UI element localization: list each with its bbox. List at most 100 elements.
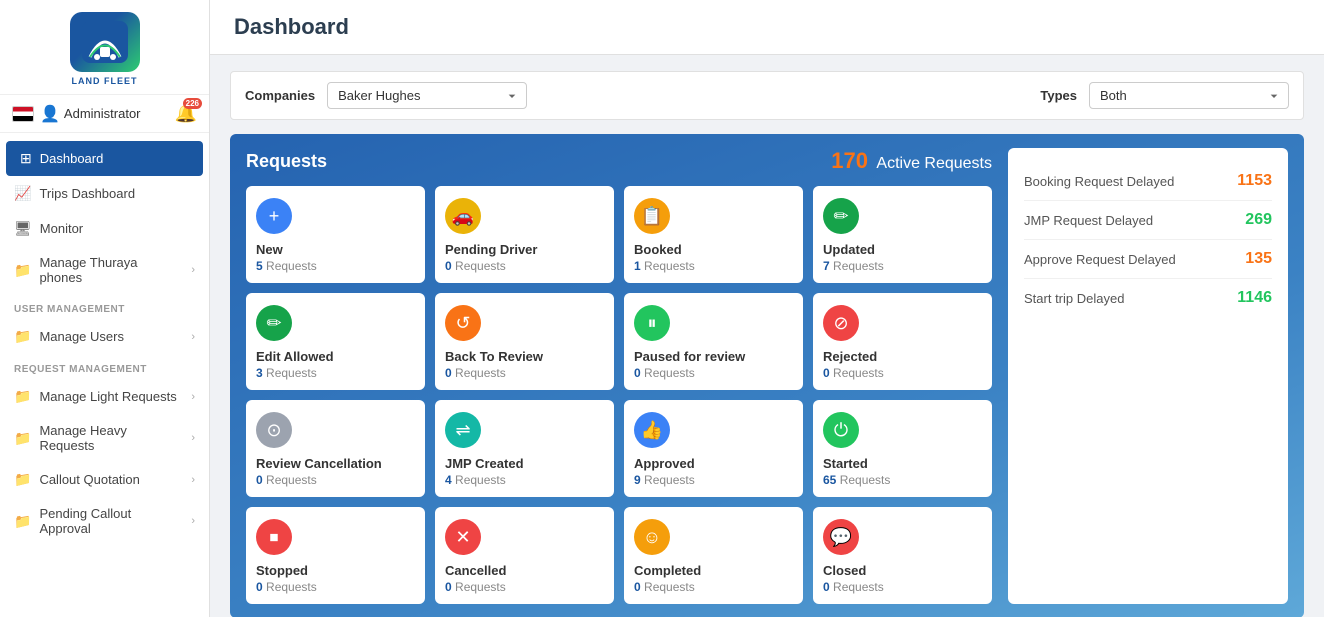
folder-icon: 📁 — [14, 513, 31, 530]
folder-icon: 📁 — [14, 328, 31, 345]
folder-icon: 📁 — [14, 471, 31, 488]
sidebar-item-manage-users[interactable]: 📁 Manage Users › — [0, 319, 209, 354]
jmp-delayed-label: JMP Request Delayed — [1024, 213, 1153, 228]
booked-title: Booked — [634, 242, 793, 257]
companies-select[interactable]: Baker Hughes — [327, 82, 527, 109]
booked-icon: 📋 — [634, 198, 670, 234]
request-card-started[interactable]: ⏻ Started 65 Requests — [813, 400, 992, 497]
sidebar-item-trips-dashboard[interactable]: 📈 Trips Dashboard — [0, 176, 209, 211]
review-cancellation-title: Review Cancellation — [256, 456, 415, 471]
bell-wrapper[interactable]: 🔔 226 — [175, 103, 197, 124]
page-title: Dashboard — [234, 14, 1300, 40]
sidebar-item-pending-callout[interactable]: 📁 Pending Callout Approval › — [0, 497, 209, 545]
sidebar-item-label: Manage Light Requests — [39, 389, 176, 404]
new-title: New — [256, 242, 415, 257]
request-card-edit-allowed[interactable]: ✏ Edit Allowed 3 Requests — [246, 293, 425, 390]
request-card-row4-2[interactable]: ✕ Cancelled 0 Requests — [435, 507, 614, 604]
row4-4-count: 0 Requests — [823, 580, 982, 594]
back-to-review-count: 0 Requests — [445, 366, 604, 380]
main-body: Companies Baker Hughes Types Both Reques… — [210, 55, 1324, 617]
row4-3-title: Completed — [634, 563, 793, 578]
sidebar-item-monitor[interactable]: 🖥 Monitor — [0, 211, 209, 246]
request-card-row4-4[interactable]: 💬 Closed 0 Requests — [813, 507, 992, 604]
request-card-updated[interactable]: ✏ Updated 7 Requests — [813, 186, 992, 283]
sidebar-item-manage-heavy[interactable]: 📁 Manage Heavy Requests › — [0, 414, 209, 462]
request-card-row4-1[interactable]: ⏹ Stopped 0 Requests — [246, 507, 425, 604]
sidebar-item-callout-quotation[interactable]: 📁 Callout Quotation › — [0, 462, 209, 497]
sidebar-item-label: Callout Quotation — [39, 472, 139, 487]
sidebar: LAND FLEET 👤 Administrator 🔔 226 ⊞ Dashb… — [0, 0, 210, 617]
active-requests-badge: 170 Active Requests — [831, 148, 992, 174]
requests-grid-container: Requests 170 Active Requests + New 5 Req… — [246, 148, 992, 604]
request-card-back-to-review[interactable]: ↺ Back To Review 0 Requests — [435, 293, 614, 390]
sidebar-item-label: Manage Thuraya phones — [39, 255, 183, 285]
request-card-row4-3[interactable]: ☺ Completed 0 Requests — [624, 507, 803, 604]
row4-1-count: 0 Requests — [256, 580, 415, 594]
request-card-approved[interactable]: 👍 Approved 9 Requests — [624, 400, 803, 497]
active-count: 170 — [831, 148, 868, 173]
approved-title: Approved — [634, 456, 793, 471]
back-to-review-title: Back To Review — [445, 349, 604, 364]
request-card-review-cancellation[interactable]: ⊙ Review Cancellation 0 Requests — [246, 400, 425, 497]
booking-delayed-label: Booking Request Delayed — [1024, 174, 1174, 189]
page-header: Dashboard — [210, 0, 1324, 55]
row4-1-icon: ⏹ — [256, 519, 292, 555]
approved-icon: 👍 — [634, 412, 670, 448]
sidebar-item-label: Dashboard — [40, 151, 104, 166]
row4-2-title: Cancelled — [445, 563, 604, 578]
updated-count: 7 Requests — [823, 259, 982, 273]
start-trip-delayed-value: 1146 — [1237, 289, 1272, 307]
sidebar-item-dashboard[interactable]: ⊞ Dashboard — [6, 141, 203, 176]
pending-driver-count: 0 Requests — [445, 259, 604, 273]
sidebar-item-manage-light[interactable]: 📁 Manage Light Requests › — [0, 379, 209, 414]
sidebar-item-label: Monitor — [40, 221, 83, 236]
chevron-right-icon: › — [191, 515, 195, 527]
pending-driver-title: Pending Driver — [445, 242, 604, 257]
row4-3-count: 0 Requests — [634, 580, 793, 594]
new-icon: + — [256, 198, 292, 234]
user-info: 👤 Administrator — [40, 104, 141, 124]
chevron-right-icon: › — [191, 391, 195, 403]
sidebar-item-label: Trips Dashboard — [39, 186, 135, 201]
rejected-title: Rejected — [823, 349, 982, 364]
requests-panel: Requests 170 Active Requests + New 5 Req… — [230, 134, 1304, 617]
delayed-row-approve-delayed: Approve Request Delayed 135 — [1024, 240, 1272, 279]
new-count: 5 Requests — [256, 259, 415, 273]
types-select[interactable]: Both — [1089, 82, 1289, 109]
active-requests-label: Active Requests — [876, 155, 992, 172]
user-avatar-icon: 👤 — [40, 104, 60, 124]
sidebar-item-label: Manage Heavy Requests — [39, 423, 183, 453]
companies-label: Companies — [245, 88, 315, 103]
chevron-right-icon: › — [191, 331, 195, 343]
chevron-right-icon: › — [191, 474, 195, 486]
folder-icon: 📁 — [14, 430, 31, 447]
sidebar-item-thuraya[interactable]: 📁 Manage Thuraya phones › — [0, 246, 209, 294]
monitor-icon: 🖥 — [14, 220, 32, 237]
request-card-rejected[interactable]: ⊘ Rejected 0 Requests — [813, 293, 992, 390]
edit-allowed-title: Edit Allowed — [256, 349, 415, 364]
section-request-mgmt: REQUEST MANAGEMENT — [0, 354, 209, 379]
jmp-created-count: 4 Requests — [445, 473, 604, 487]
request-card-jmp-created[interactable]: ⇌ JMP Created 4 Requests — [435, 400, 614, 497]
paused-review-count: 0 Requests — [634, 366, 793, 380]
request-card-paused-review[interactable]: ⏸ Paused for review 0 Requests — [624, 293, 803, 390]
pending-driver-icon: 🚗 — [445, 198, 481, 234]
chevron-right-icon: › — [191, 264, 195, 276]
started-count: 65 Requests — [823, 473, 982, 487]
requests-grid: + New 5 Requests 🚗 Pending Driver 0 Requ… — [246, 186, 992, 604]
request-card-booked[interactable]: 📋 Booked 1 Requests — [624, 186, 803, 283]
jmp-delayed-value: 269 — [1245, 211, 1272, 229]
user-name: Administrator — [64, 106, 141, 121]
request-card-new[interactable]: + New 5 Requests — [246, 186, 425, 283]
request-card-pending-driver[interactable]: 🚗 Pending Driver 0 Requests — [435, 186, 614, 283]
booked-count: 1 Requests — [634, 259, 793, 273]
approve-delayed-value: 135 — [1245, 250, 1272, 268]
approved-count: 9 Requests — [634, 473, 793, 487]
row4-2-count: 0 Requests — [445, 580, 604, 594]
updated-icon: ✏ — [823, 198, 859, 234]
row4-2-icon: ✕ — [445, 519, 481, 555]
jmp-created-icon: ⇌ — [445, 412, 481, 448]
edit-allowed-icon: ✏ — [256, 305, 292, 341]
back-to-review-icon: ↺ — [445, 305, 481, 341]
user-section: 👤 Administrator 🔔 226 — [0, 95, 209, 133]
